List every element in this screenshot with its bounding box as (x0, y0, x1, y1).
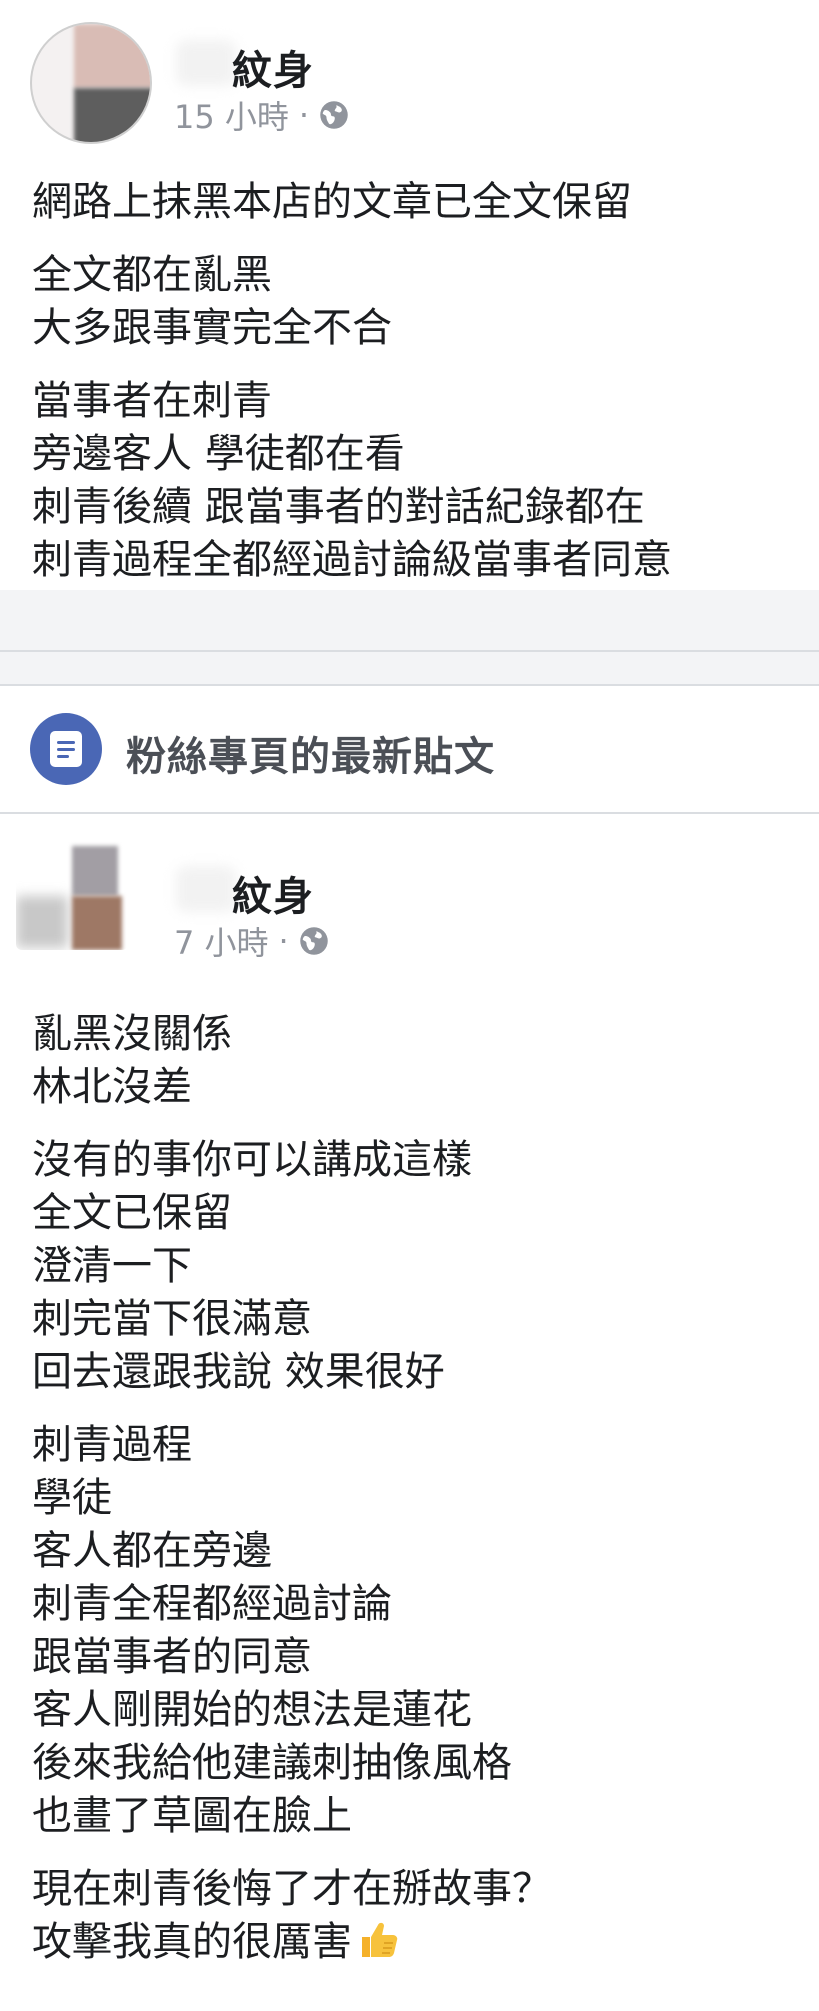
post-meta: 7 小時 · (174, 918, 329, 964)
post-time[interactable]: 7 小時 (174, 918, 269, 964)
section-title[interactable]: 粉絲專頁的最新貼文 (126, 724, 495, 782)
paragraph: 亂黑沒關係 林北沒差 (32, 1008, 819, 1114)
text-line: 林北沒差 (32, 1064, 192, 1110)
text-line: 刺青全程都經過討論 (32, 1581, 392, 1627)
avatar-blur-left (16, 896, 68, 948)
paragraph: 刺青過程 學徒 客人都在旁邊 刺青全程都經過討論 跟當事者的同意 客人剛開始的想… (32, 1419, 819, 1843)
text-line: 刺青後續 跟當事者的對話紀錄都在 (32, 484, 645, 530)
text-line: 客人都在旁邊 (32, 1528, 272, 1574)
avatar-blur-top (72, 846, 118, 896)
feed-separator (0, 590, 819, 684)
text-line: 刺青過程 (32, 1422, 192, 1468)
text-line: 全文已保留 (32, 1190, 232, 1236)
thumbs-up-icon (362, 1922, 398, 1957)
divider (0, 812, 819, 814)
avatar-blur-bottom (72, 896, 122, 950)
text-line: 跟當事者的同意 (32, 1634, 312, 1680)
page-avatar[interactable] (16, 838, 128, 950)
text-line: 回去還跟我說 效果很好 (32, 1349, 445, 1395)
text-line: 現在刺青後悔了才在掰故事？ (32, 1866, 552, 1912)
divider (0, 650, 819, 652)
globe-icon[interactable] (319, 100, 349, 130)
post-2-text: 亂黑沒關係 林北沒差 沒有的事你可以講成這樣 全文已保留 澄清一下 刺完當下很滿… (0, 1008, 819, 1969)
text-line-with-emoji: 攻擊我真的很厲害 (32, 1916, 819, 1969)
text-line: 後來我給他建議刺抽像風格 (32, 1740, 512, 1786)
text-line: 刺完當下很滿意 (32, 1296, 312, 1342)
author-name-redaction (176, 40, 236, 86)
paragraph: 網路上抹黑本店的文章已全文保留 (32, 176, 819, 229)
document-icon (30, 713, 102, 785)
post-time[interactable]: 15 小時 (174, 92, 289, 138)
text-line: 大多跟事實完全不合 (32, 305, 392, 351)
author-name-redaction (176, 866, 236, 912)
avatar-blur-top (74, 24, 150, 88)
author-name[interactable]: 紋身 (232, 38, 314, 96)
text-line: 刺青過程全都經過討論級當事者同意 (32, 537, 672, 583)
author-name[interactable]: 紋身 (232, 864, 314, 922)
text-line: 沒有的事你可以講成這樣 (32, 1137, 472, 1183)
globe-icon[interactable] (299, 926, 329, 956)
paragraph: 沒有的事你可以講成這樣 全文已保留 澄清一下 刺完當下很滿意 回去還跟我說 效果… (32, 1134, 819, 1399)
text-line: 亂黑沒關係 (32, 1011, 232, 1057)
post-meta: 15 小時 · (174, 92, 349, 138)
text-line: 攻擊我真的很厲害 (32, 1919, 352, 1965)
text-line: 學徒 (32, 1475, 112, 1521)
text-line: 全文都在亂黑 (32, 252, 272, 298)
meta-dot: · (298, 96, 310, 134)
paragraph: 全文都在亂黑 大多跟事實完全不合 (32, 249, 819, 355)
text-line: 也畫了草圖在臉上 (32, 1793, 352, 1839)
text-line: 當事者在刺青 (32, 378, 272, 424)
post-1-text: 網路上抹黑本店的文章已全文保留 全文都在亂黑 大多跟事實完全不合 當事者在刺青 … (0, 176, 819, 587)
text-line: 澄清一下 (32, 1243, 192, 1289)
text-line: 客人剛開始的想法是蓮花 (32, 1687, 472, 1733)
page-avatar[interactable] (30, 22, 152, 144)
text-line: 網路上抹黑本店的文章已全文保留 (32, 179, 632, 225)
paragraph: 當事者在刺青 旁邊客人 學徒都在看 刺青後續 跟當事者的對話紀錄都在 刺青過程全… (32, 375, 819, 587)
meta-dot: · (278, 922, 289, 960)
post-1: 紋身 15 小時 · 網路上抹黑本店的文章已全文保留 全文都在亂黑 大多跟事實完… (0, 0, 819, 590)
text-line: 旁邊客人 學徒都在看 (32, 431, 405, 477)
avatar-blur-bottom (74, 88, 150, 142)
paragraph: 現在刺青後悔了才在掰故事？ 攻擊我真的很厲害 (32, 1863, 819, 1969)
